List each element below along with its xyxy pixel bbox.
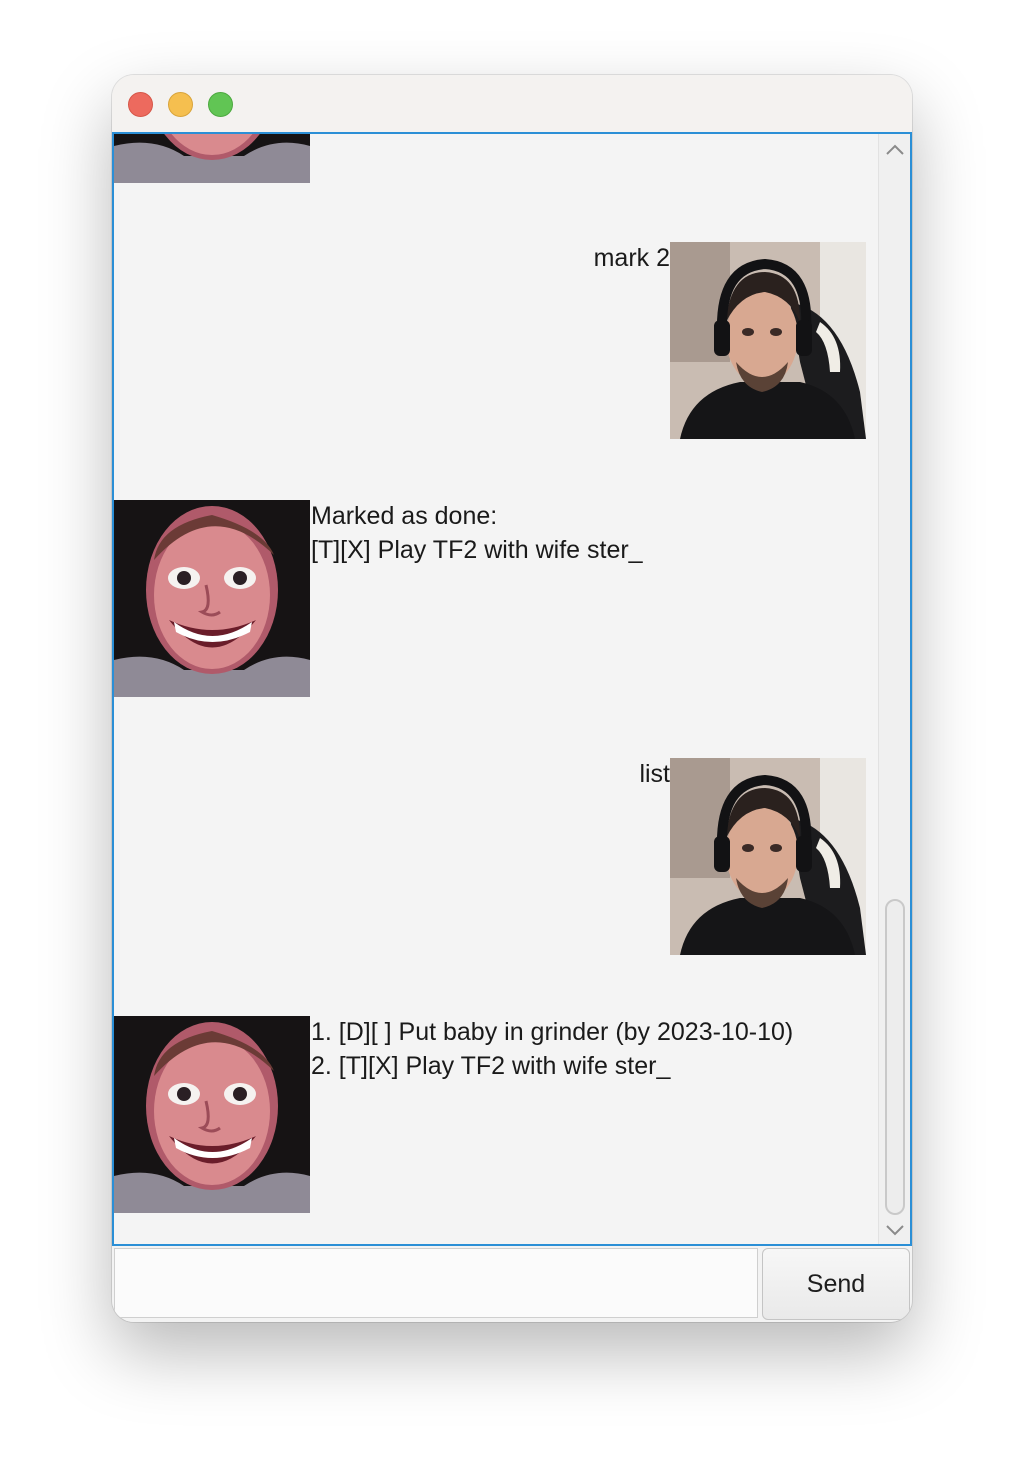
message-text: list — [639, 760, 670, 788]
chevron-down-icon[interactable] — [879, 1218, 910, 1242]
user-message: list — [639, 757, 670, 791]
message-text: 2. [T][X] Play TF2 with wife ster_ — [311, 1052, 671, 1080]
minimize-window-button[interactable] — [168, 92, 193, 117]
message-text: 1. [D][ ] Put baby in grinder (by 2023-1… — [311, 1018, 794, 1046]
message-text: Marked as done: — [311, 502, 498, 530]
user-avatar — [670, 758, 866, 955]
app-window: mark 2 Marked as done: [T][X] Play TF2 w… — [112, 75, 912, 1322]
message-text: [T][X] Play TF2 with wife ster_ — [311, 536, 643, 564]
headset-man-avatar-image — [670, 758, 866, 955]
message-input[interactable] — [114, 1248, 758, 1318]
bot-avatar — [114, 500, 310, 697]
bot-message: Marked as done: [T][X] Play TF2 with wif… — [311, 499, 643, 567]
bot-avatar — [114, 134, 310, 183]
grinning-man-avatar-image — [114, 500, 310, 697]
vertical-scrollbar[interactable] — [878, 134, 910, 1244]
chat-content: mark 2 Marked as done: [T][X] Play TF2 w… — [114, 134, 880, 1244]
grinning-man-avatar-image — [114, 134, 310, 183]
chat-scroll-pane[interactable]: mark 2 Marked as done: [T][X] Play TF2 w… — [112, 132, 912, 1246]
message-text: mark 2 — [593, 244, 670, 272]
zoom-window-button[interactable] — [208, 92, 233, 117]
user-message: mark 2 — [594, 241, 670, 275]
chevron-up-icon[interactable] — [879, 138, 910, 162]
bot-message: 1. [D][ ] Put baby in grinder (by 2023-1… — [311, 1015, 793, 1083]
grinning-man-avatar-image — [114, 1016, 310, 1213]
headset-man-avatar-image — [670, 242, 866, 439]
close-window-button[interactable] — [128, 92, 153, 117]
scrollbar-thumb[interactable] — [885, 899, 905, 1215]
input-row: Send — [112, 1246, 912, 1322]
send-button[interactable]: Send — [762, 1248, 910, 1320]
user-avatar — [670, 242, 866, 439]
title-bar — [112, 75, 912, 133]
bot-avatar — [114, 1016, 310, 1213]
